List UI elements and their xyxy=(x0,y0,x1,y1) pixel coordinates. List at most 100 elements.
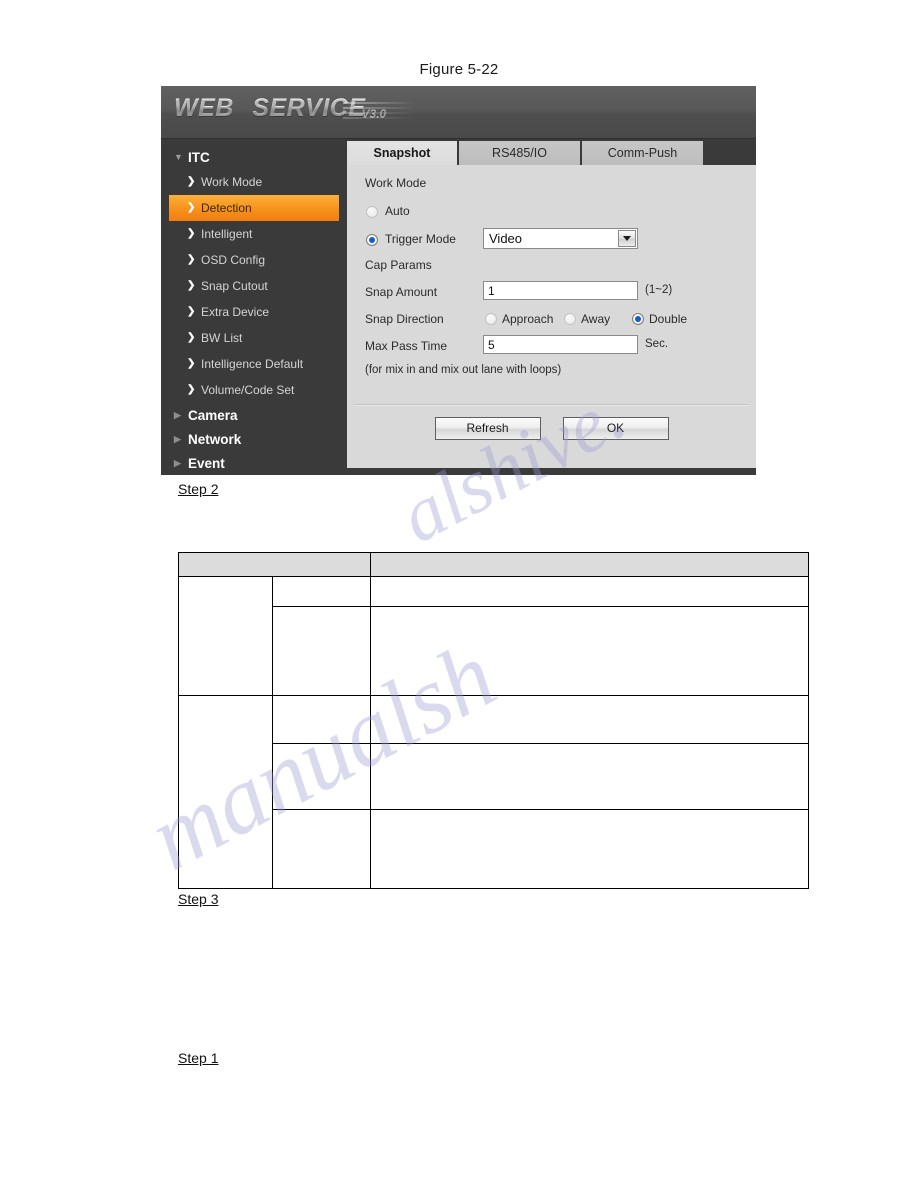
cap-params-section-title: Cap Params xyxy=(365,258,432,272)
table-cell xyxy=(272,743,371,810)
table-cell xyxy=(370,576,809,607)
sidebar-group-label: Network xyxy=(188,431,242,447)
sidebar-item-label: Detection xyxy=(201,201,252,215)
table-row xyxy=(179,606,809,696)
sidebar: ▼ ITC ❯ Work Mode ❯ Detection ❯ Intellig… xyxy=(161,139,339,475)
table-row xyxy=(178,576,809,696)
snap-direction-away-label: Away xyxy=(581,312,611,326)
table-cell xyxy=(272,606,371,696)
chevron-right-icon: ▶ xyxy=(174,409,181,420)
logo-version: V3.0 xyxy=(361,107,387,121)
chevron-right-icon: ❯ xyxy=(187,280,196,291)
app-header: WEB SERVICEV3.0 xyxy=(161,86,756,139)
table-cell xyxy=(272,809,371,889)
chevron-down-icon[interactable] xyxy=(618,230,636,247)
tab-rs485-io[interactable]: RS485/IO xyxy=(459,141,580,165)
web-service-screenshot: WEB SERVICEV3.0 ▼ ITC ❯ Work Mode ❯ Dete… xyxy=(161,86,756,475)
sidebar-item-detection[interactable]: ❯ Detection xyxy=(169,195,339,221)
table-row xyxy=(179,809,809,889)
table-cell xyxy=(178,695,273,889)
logo-word-service: SERVICE xyxy=(252,94,366,122)
sidebar-item-label: Snap Cutout xyxy=(201,279,268,293)
sidebar-item-snap-cutout[interactable]: ❯ Snap Cutout xyxy=(161,273,339,299)
step-3-link[interactable]: Step 3 xyxy=(178,891,218,907)
sidebar-item-bw-list[interactable]: ❯ BW List xyxy=(161,325,339,351)
trigger-mode-value: Video xyxy=(489,231,523,246)
table-header-row xyxy=(178,552,809,577)
sidebar-item-osd-config[interactable]: ❯ OSD Config xyxy=(161,247,339,273)
snap-amount-input[interactable]: 1 xyxy=(483,281,638,300)
table-cell xyxy=(370,606,809,696)
snapshot-panel: Work Mode Auto Trigger Mode Video Cap Pa… xyxy=(347,165,756,468)
table-cell xyxy=(370,695,809,744)
table-cell xyxy=(272,576,371,607)
chevron-right-icon: ❯ xyxy=(187,228,196,239)
panel-button-row: Refresh OK xyxy=(347,417,756,440)
panel-divider xyxy=(355,404,748,406)
sidebar-item-label: Intelligence Default xyxy=(201,357,304,371)
chevron-down-icon: ▼ xyxy=(174,151,183,162)
snap-direction-double-label: Double xyxy=(649,312,688,326)
loop-note: (for mix in and mix out lane with loops) xyxy=(365,364,562,376)
snap-direction-approach-radio[interactable] xyxy=(485,313,497,325)
sidebar-item-volume-code-set[interactable]: ❯ Volume/Code Set xyxy=(161,377,339,403)
chevron-right-icon: ❯ xyxy=(187,306,196,317)
tab-comm-push[interactable]: Comm-Push xyxy=(582,141,703,165)
chevron-right-icon: ❯ xyxy=(187,384,196,395)
step-2-link[interactable]: Step 2 xyxy=(178,481,218,497)
max-pass-time-input[interactable]: 5 xyxy=(483,335,638,354)
sidebar-group-network[interactable]: ▶ Network xyxy=(161,427,339,451)
snap-amount-range-hint: (1~2) xyxy=(645,284,673,296)
trigger-mode-select[interactable]: Video xyxy=(483,228,638,249)
snap-direction-double-radio[interactable] xyxy=(632,313,644,325)
chevron-right-icon: ❯ xyxy=(187,254,196,265)
sidebar-item-work-mode[interactable]: ❯ Work Mode xyxy=(161,169,339,195)
chevron-right-icon: ▶ xyxy=(174,457,181,468)
figure-caption: Figure 5-22 xyxy=(419,61,499,78)
chevron-right-icon: ❯ xyxy=(187,358,196,369)
trigger-mode-label: Trigger Mode xyxy=(385,232,456,246)
chevron-right-icon: ❯ xyxy=(187,202,196,213)
snap-amount-label: Snap Amount xyxy=(365,285,438,299)
sidebar-item-intelligence-default[interactable]: ❯ Intelligence Default xyxy=(161,351,339,377)
sidebar-group-camera[interactable]: ▶ Camera xyxy=(161,403,339,427)
chevron-right-icon: ❯ xyxy=(187,176,196,187)
parameter-table xyxy=(178,552,809,889)
refresh-button[interactable]: Refresh xyxy=(434,417,541,440)
sidebar-item-intelligent[interactable]: ❯ Intelligent xyxy=(161,221,339,247)
max-pass-time-unit: Sec. xyxy=(645,338,669,350)
tab-bar: Snapshot RS485/IO Comm-Push xyxy=(339,139,756,165)
auto-radio[interactable] xyxy=(366,206,378,218)
trigger-mode-radio[interactable] xyxy=(366,234,378,246)
sidebar-item-label: OSD Config xyxy=(201,253,266,267)
table-cell xyxy=(370,809,809,889)
work-mode-section-title: Work Mode xyxy=(365,176,427,190)
snap-direction-approach-label: Approach xyxy=(502,312,554,326)
chevron-right-icon: ▶ xyxy=(174,433,181,444)
logo-word-web: WEB xyxy=(174,94,234,122)
tab-snapshot[interactable]: Snapshot xyxy=(347,141,457,165)
snap-direction-away-radio[interactable] xyxy=(564,313,576,325)
table-row xyxy=(179,743,809,810)
sidebar-item-label: Intelligent xyxy=(201,227,253,241)
table-cell xyxy=(178,576,273,696)
table-row xyxy=(178,695,809,889)
sidebar-group-itc[interactable]: ▼ ITC xyxy=(161,145,339,169)
table-cell xyxy=(370,743,809,810)
ok-button[interactable]: OK xyxy=(562,417,669,440)
table-cell xyxy=(272,695,371,744)
auto-label: Auto xyxy=(385,204,410,218)
table-header-cell-1 xyxy=(178,552,371,577)
sidebar-group-label: ITC xyxy=(188,149,210,165)
step-1-link[interactable]: Step 1 xyxy=(178,1050,218,1066)
sidebar-item-label: Work Mode xyxy=(201,175,263,189)
sidebar-item-extra-device[interactable]: ❯ Extra Device xyxy=(161,299,339,325)
snapshot-form: Work Mode Auto Trigger Mode Video Cap Pa… xyxy=(347,165,756,403)
sidebar-group-label: Camera xyxy=(188,407,238,423)
sidebar-group-event[interactable]: ▶ Event xyxy=(161,451,339,475)
chevron-right-icon: ❯ xyxy=(187,332,196,343)
sidebar-group-label: Event xyxy=(188,455,225,471)
sidebar-item-label: Extra Device xyxy=(201,305,270,319)
max-pass-time-label: Max Pass Time xyxy=(365,339,448,353)
sidebar-item-label: Volume/Code Set xyxy=(201,383,295,397)
